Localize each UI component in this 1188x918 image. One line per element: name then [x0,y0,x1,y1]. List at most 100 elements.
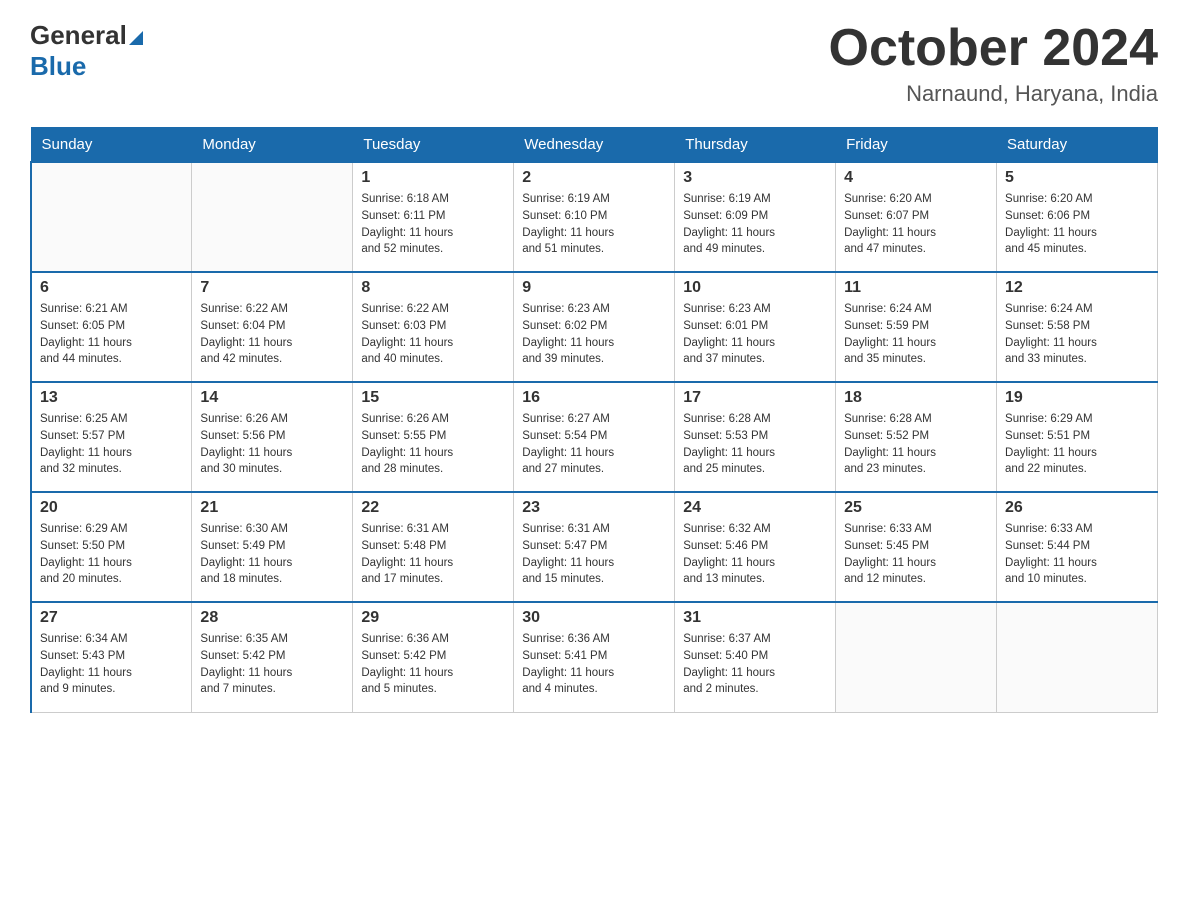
day-info: Sunrise: 6:28 AMSunset: 5:53 PMDaylight:… [683,411,827,478]
calendar-cell: 30 Sunrise: 6:36 AMSunset: 5:41 PMDayligh… [514,602,675,712]
day-info: Sunrise: 6:26 AMSunset: 5:55 PMDaylight:… [361,411,505,478]
day-number: 2 [522,169,666,187]
day-info: Sunrise: 6:36 AMSunset: 5:41 PMDaylight:… [522,631,666,698]
day-info: Sunrise: 6:20 AMSunset: 6:07 PMDaylight:… [844,191,988,258]
day-number: 22 [361,499,505,517]
day-info: Sunrise: 6:25 AMSunset: 5:57 PMDaylight:… [40,411,183,478]
weekday-header-friday: Friday [836,128,997,163]
day-info: Sunrise: 6:36 AMSunset: 5:42 PMDaylight:… [361,631,505,698]
calendar-cell: 22 Sunrise: 6:31 AMSunset: 5:48 PMDayligh… [353,492,514,602]
month-title: October 2024 [829,20,1159,77]
calendar-cell: 12Sunrise: 6:24 AMSunset: 5:58 PMDayligh… [997,272,1158,382]
day-info: Sunrise: 6:24 AMSunset: 5:59 PMDaylight:… [844,301,988,368]
calendar-cell: 21 Sunrise: 6:30 AMSunset: 5:49 PMDayligh… [192,492,353,602]
day-number: 10 [683,279,827,297]
calendar-cell: 25 Sunrise: 6:33 AMSunset: 5:45 PMDayligh… [836,492,997,602]
day-number: 27 [40,609,183,627]
weekday-header-row: SundayMondayTuesdayWednesdayThursdayFrid… [31,128,1158,163]
calendar-week-row: 13 Sunrise: 6:25 AMSunset: 5:57 PMDayligh… [31,382,1158,492]
day-number: 20 [40,499,183,517]
day-number: 28 [200,609,344,627]
calendar-week-row: 1Sunrise: 6:18 AMSunset: 6:11 PMDaylight… [31,162,1158,272]
calendar-cell: 15Sunrise: 6:26 AMSunset: 5:55 PMDayligh… [353,382,514,492]
day-info: Sunrise: 6:35 AMSunset: 5:42 PMDaylight:… [200,631,344,698]
day-number: 21 [200,499,344,517]
day-info: Sunrise: 6:33 AMSunset: 5:44 PMDaylight:… [1005,521,1149,588]
day-number: 11 [844,279,988,297]
day-info: Sunrise: 6:30 AMSunset: 5:49 PMDaylight:… [200,521,344,588]
day-number: 4 [844,169,988,187]
day-info: Sunrise: 6:28 AMSunset: 5:52 PMDaylight:… [844,411,988,478]
title-area: October 2024 Narnaund, Haryana, India [829,20,1159,107]
calendar-cell: 16Sunrise: 6:27 AMSunset: 5:54 PMDayligh… [514,382,675,492]
calendar-cell: 27Sunrise: 6:34 AMSunset: 5:43 PMDayligh… [31,602,192,712]
calendar-cell: 18 Sunrise: 6:28 AMSunset: 5:52 PMDayligh… [836,382,997,492]
day-info: Sunrise: 6:32 AMSunset: 5:46 PMDaylight:… [683,521,827,588]
logo-general-text: General [30,20,127,51]
calendar-cell: 28 Sunrise: 6:35 AMSunset: 5:42 PMDayligh… [192,602,353,712]
day-info: Sunrise: 6:23 AMSunset: 6:02 PMDaylight:… [522,301,666,368]
logo: General Blue [30,20,143,82]
calendar-cell: 14 Sunrise: 6:26 AMSunset: 5:56 PMDayligh… [192,382,353,492]
calendar-week-row: 27Sunrise: 6:34 AMSunset: 5:43 PMDayligh… [31,602,1158,712]
day-number: 14 [200,389,344,407]
day-number: 6 [40,279,183,297]
day-info: Sunrise: 6:27 AMSunset: 5:54 PMDaylight:… [522,411,666,478]
calendar-cell: 29 Sunrise: 6:36 AMSunset: 5:42 PMDayligh… [353,602,514,712]
weekday-header-saturday: Saturday [997,128,1158,163]
calendar-cell [31,162,192,272]
day-info: Sunrise: 6:26 AMSunset: 5:56 PMDaylight:… [200,411,344,478]
day-info: Sunrise: 6:22 AMSunset: 6:04 PMDaylight:… [200,301,344,368]
day-info: Sunrise: 6:31 AMSunset: 5:48 PMDaylight:… [361,521,505,588]
day-number: 17 [683,389,827,407]
calendar-cell: 2Sunrise: 6:19 AMSunset: 6:10 PMDaylight… [514,162,675,272]
day-number: 19 [1005,389,1149,407]
day-info: Sunrise: 6:29 AMSunset: 5:51 PMDaylight:… [1005,411,1149,478]
calendar-cell [997,602,1158,712]
day-info: Sunrise: 6:23 AMSunset: 6:01 PMDaylight:… [683,301,827,368]
day-number: 5 [1005,169,1149,187]
calendar-cell: 8 Sunrise: 6:22 AMSunset: 6:03 PMDaylight… [353,272,514,382]
calendar-cell: 7 Sunrise: 6:22 AMSunset: 6:04 PMDaylight… [192,272,353,382]
day-info: Sunrise: 6:19 AMSunset: 6:09 PMDaylight:… [683,191,827,258]
calendar-week-row: 6 Sunrise: 6:21 AMSunset: 6:05 PMDaylight… [31,272,1158,382]
calendar-cell: 26 Sunrise: 6:33 AMSunset: 5:44 PMDayligh… [997,492,1158,602]
day-number: 3 [683,169,827,187]
day-info: Sunrise: 6:33 AMSunset: 5:45 PMDaylight:… [844,521,988,588]
calendar-week-row: 20Sunrise: 6:29 AMSunset: 5:50 PMDayligh… [31,492,1158,602]
day-number: 24 [683,499,827,517]
calendar-cell: 4 Sunrise: 6:20 AMSunset: 6:07 PMDaylight… [836,162,997,272]
calendar-cell [836,602,997,712]
calendar-table: SundayMondayTuesdayWednesdayThursdayFrid… [30,127,1158,713]
day-number: 18 [844,389,988,407]
weekday-header-wednesday: Wednesday [514,128,675,163]
day-info: Sunrise: 6:18 AMSunset: 6:11 PMDaylight:… [361,191,505,258]
day-number: 26 [1005,499,1149,517]
calendar-cell: 19 Sunrise: 6:29 AMSunset: 5:51 PMDayligh… [997,382,1158,492]
day-number: 12 [1005,279,1149,297]
day-number: 30 [522,609,666,627]
calendar-cell: 11 Sunrise: 6:24 AMSunset: 5:59 PMDayligh… [836,272,997,382]
calendar-cell: 10 Sunrise: 6:23 AMSunset: 6:01 PMDayligh… [675,272,836,382]
location-subtitle: Narnaund, Haryana, India [829,81,1159,107]
day-number: 8 [361,279,505,297]
day-info: Sunrise: 6:31 AMSunset: 5:47 PMDaylight:… [522,521,666,588]
day-number: 7 [200,279,344,297]
calendar-cell: 20Sunrise: 6:29 AMSunset: 5:50 PMDayligh… [31,492,192,602]
calendar-cell: 13 Sunrise: 6:25 AMSunset: 5:57 PMDayligh… [31,382,192,492]
day-number: 13 [40,389,183,407]
calendar-cell: 3 Sunrise: 6:19 AMSunset: 6:09 PMDaylight… [675,162,836,272]
day-info: Sunrise: 6:21 AMSunset: 6:05 PMDaylight:… [40,301,183,368]
calendar-cell: 17 Sunrise: 6:28 AMSunset: 5:53 PMDayligh… [675,382,836,492]
weekday-header-sunday: Sunday [31,128,192,163]
day-number: 25 [844,499,988,517]
calendar-cell: 23Sunrise: 6:31 AMSunset: 5:47 PMDayligh… [514,492,675,602]
logo-blue-text: Blue [30,51,143,82]
calendar-cell: 24 Sunrise: 6:32 AMSunset: 5:46 PMDayligh… [675,492,836,602]
day-number: 29 [361,609,505,627]
weekday-header-monday: Monday [192,128,353,163]
logo-triangle-icon [129,31,143,45]
calendar-cell: 6 Sunrise: 6:21 AMSunset: 6:05 PMDaylight… [31,272,192,382]
weekday-header-thursday: Thursday [675,128,836,163]
day-info: Sunrise: 6:22 AMSunset: 6:03 PMDaylight:… [361,301,505,368]
